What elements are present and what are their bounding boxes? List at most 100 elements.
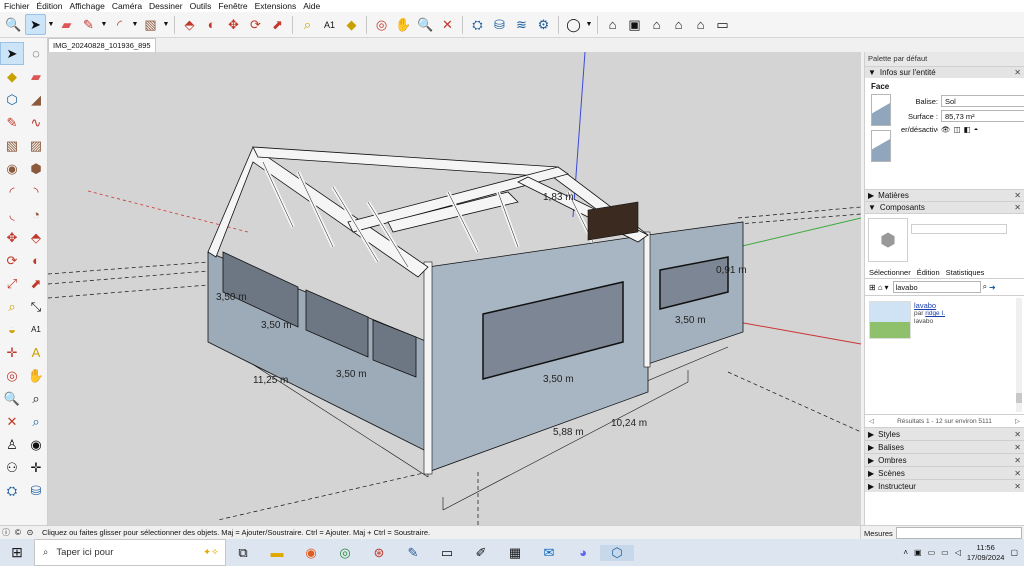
materials-header[interactable]: ▶ Matières ✕ (865, 189, 1024, 201)
menu-aide[interactable]: Aide (303, 0, 320, 12)
scenes-header[interactable]: ▶ Scènes ✕ (865, 466, 1024, 479)
menu-edition[interactable]: Édition (37, 0, 63, 12)
close-icon[interactable]: ✕ (1014, 443, 1021, 452)
eye-icon[interactable]: 👁 (941, 125, 951, 134)
outlook-icon[interactable]: ✉ (532, 545, 566, 561)
freehand-icon[interactable]: ∿ (24, 111, 48, 134)
rotate-icon[interactable]: ⟳ (245, 14, 266, 35)
shadow-toggle-icon[interactable]: ◓ (974, 125, 979, 134)
store-icon[interactable]: ▭ (430, 545, 464, 561)
volume-icon[interactable]: ◁ (955, 548, 961, 557)
scale-icon[interactable]: ⤢ (0, 272, 24, 295)
cast-shadows-icon[interactable]: ◧ (964, 125, 971, 134)
discord-icon[interactable]: ◕ (566, 545, 600, 560)
network-icon[interactable]: ▭ (941, 548, 949, 557)
menu-affichage[interactable]: Affichage (70, 0, 105, 12)
close-icon[interactable]: ✕ (1014, 203, 1021, 212)
task-view-icon[interactable]: ⧉ (226, 545, 260, 561)
chevron-down-icon[interactable]: ▾ (885, 283, 889, 292)
look-around-icon[interactable]: ◉ (24, 433, 48, 456)
scrollbar-thumb[interactable] (1016, 393, 1022, 403)
front-material-swatch[interactable] (871, 94, 891, 126)
warehouse-icon[interactable]: ⛭ (0, 479, 24, 502)
previous-page-icon[interactable]: ◁ (869, 417, 874, 425)
make-component-icon[interactable]: ⬡ (0, 88, 24, 111)
close-icon[interactable]: ✕ (1014, 469, 1021, 478)
extension-warehouse-icon[interactable]: ⛁ (489, 14, 510, 35)
section-plane-icon[interactable]: ✛ (24, 456, 48, 479)
firefox-icon[interactable]: ◉ (294, 545, 328, 561)
layers-icon[interactable]: ≋ (511, 14, 532, 35)
menu-fichier[interactable]: Fichier (4, 0, 30, 12)
paint-bucket-icon[interactable]: ◆ (0, 65, 24, 88)
component-search-input[interactable]: lavabo (892, 281, 981, 293)
chevron-down-icon[interactable]: ▼ (100, 21, 108, 28)
tab-selectionner[interactable]: Sélectionner (869, 268, 911, 277)
taskbar-search[interactable]: ⌕ Taper ici pour ✦✧ (34, 539, 226, 566)
home-icon[interactable]: ⌂ (878, 283, 883, 292)
styles-header[interactable]: ▶ Styles ✕ (865, 427, 1024, 440)
3d-text-icon[interactable]: A (24, 341, 48, 364)
follow-me-icon[interactable]: ◐ (201, 14, 222, 35)
position-camera-icon[interactable]: ♙ (0, 433, 24, 456)
instructeur-header[interactable]: ▶ Instructeur ✕ (865, 479, 1024, 492)
menu-fenetre[interactable]: Fenêtre (218, 0, 247, 12)
circle-icon[interactable]: ◉ (0, 157, 24, 180)
offset-icon[interactable]: ⬈ (267, 14, 288, 35)
arrow-right-icon[interactable]: ➜ (989, 283, 996, 292)
notification-icon[interactable]: ▢ (1010, 548, 1018, 557)
geolocation-icon[interactable]: © (12, 528, 24, 537)
pan-icon[interactable]: ✋ (24, 364, 48, 387)
axes-icon[interactable]: ✛ (0, 341, 24, 364)
word-icon[interactable]: ✎ (396, 545, 430, 561)
measurements-input[interactable] (895, 527, 1022, 539)
chevron-down-icon[interactable]: ▼ (162, 21, 170, 28)
extension-warehouse-icon[interactable]: ⛁ (24, 479, 48, 502)
pan-icon[interactable]: ✋ (393, 14, 414, 35)
three-point-arc-icon[interactable]: ◟ (0, 203, 24, 226)
photo-icon[interactable]: ▣ (914, 548, 922, 557)
sketchup-icon[interactable]: ⬡ (600, 544, 634, 561)
back-material-swatch[interactable] (871, 130, 891, 162)
pencil-icon[interactable]: ✎ (78, 14, 99, 35)
close-icon[interactable]: ✕ (1014, 456, 1021, 465)
chevron-down-icon[interactable]: ▼ (131, 21, 139, 28)
result-thumbnail[interactable] (869, 301, 911, 339)
receive-shadows-icon[interactable]: ◫ (954, 125, 961, 134)
battery-icon[interactable]: ▭ (928, 548, 936, 557)
zoom-extents-icon[interactable]: ✕ (0, 410, 24, 433)
menu-extensions[interactable]: Extensions (255, 0, 297, 12)
result-author-link[interactable]: ridge I. (925, 310, 945, 317)
walk-icon[interactable]: ⚇ (0, 456, 24, 479)
component-name-field[interactable] (911, 224, 1007, 234)
chevron-down-icon[interactable]: ▼ (47, 21, 55, 28)
arc-icon[interactable]: ◜ (109, 14, 130, 35)
next-page-icon[interactable]: ▷ (1015, 417, 1020, 425)
pie-icon[interactable]: ◔ (24, 203, 48, 226)
warehouse-icon[interactable]: ⛭ (467, 14, 488, 35)
close-icon[interactable]: ✕ (1014, 68, 1021, 77)
document-tab[interactable]: IMG_20240828_101936_895 (48, 38, 156, 52)
clock[interactable]: 11:56 17/09/2024 (967, 543, 1005, 563)
chevron-up-icon[interactable]: ˄ (903, 548, 908, 557)
rectangle-icon[interactable]: ▧ (140, 14, 161, 35)
pencil-icon[interactable]: ✎ (0, 111, 24, 134)
move-icon[interactable]: ✥ (0, 226, 24, 249)
top-view-icon[interactable]: ▣ (624, 14, 645, 35)
lasso-icon[interactable]: ◌ (24, 42, 48, 65)
file-explorer-icon[interactable]: ▬ (260, 545, 294, 560)
tape-measure-icon[interactable]: ⌕ (0, 295, 24, 318)
two-point-arc-icon[interactable]: ◝ (24, 180, 48, 203)
tab-statistiques[interactable]: Statistiques (946, 268, 985, 277)
offset-icon[interactable]: ⬈ (24, 272, 48, 295)
orbit-icon[interactable]: ◎ (371, 14, 392, 35)
menu-dessiner[interactable]: Dessiner (149, 0, 183, 12)
tab-edition[interactable]: Édition (917, 268, 940, 277)
close-icon[interactable]: ✕ (1014, 430, 1021, 439)
search-icon[interactable]: 🔍 (3, 14, 24, 35)
back-view-icon[interactable]: ⌂ (690, 14, 711, 35)
right-view-icon[interactable]: ⌂ (668, 14, 689, 35)
tag-icon[interactable]: ◢ (24, 88, 48, 111)
follow-me-icon[interactable]: ◐ (24, 249, 48, 272)
menu-outils[interactable]: Outils (190, 0, 212, 12)
